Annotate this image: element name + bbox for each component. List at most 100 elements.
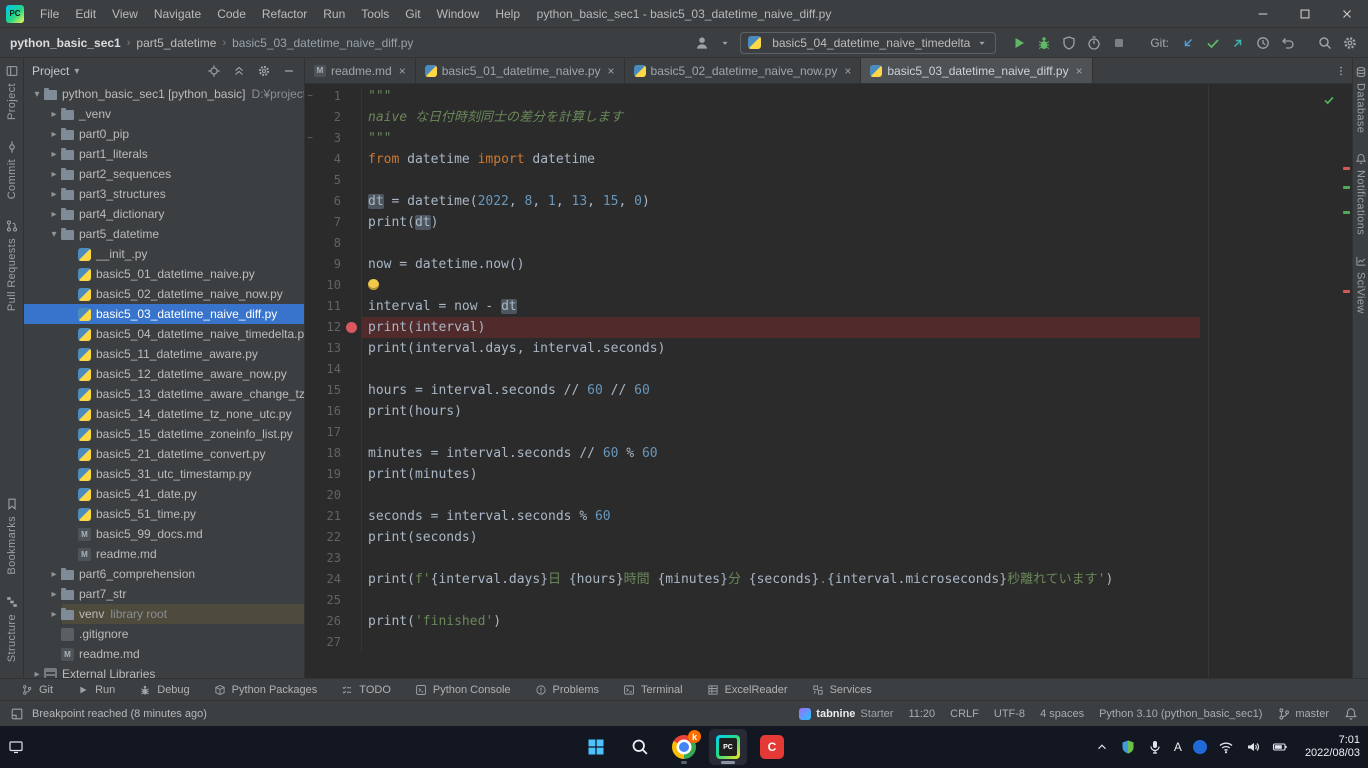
- line-number[interactable]: 3: [315, 128, 341, 149]
- code-line-text[interactable]: print(interval): [361, 317, 1352, 338]
- close-button[interactable]: [1326, 0, 1368, 28]
- breadcrumb-item[interactable]: part5_datetime: [136, 36, 216, 50]
- line-number[interactable]: 12: [315, 317, 341, 338]
- menu-navigate[interactable]: Navigate: [146, 3, 209, 25]
- toolwindow-debug[interactable]: Debug: [128, 684, 200, 696]
- taskbar-corner-icon[interactable]: [8, 739, 24, 755]
- chevron-down-icon[interactable]: ▾: [74, 66, 79, 77]
- git-branch-widget[interactable]: master: [1277, 707, 1329, 721]
- hidden-icons-chevron[interactable]: [1095, 740, 1109, 754]
- user-account-icon[interactable]: [694, 35, 710, 51]
- line-number[interactable]: 21: [315, 506, 341, 527]
- tree-item[interactable]: ▾part5_datetime: [24, 224, 304, 244]
- code-line-text[interactable]: from datetime import datetime: [361, 149, 1352, 170]
- inspections-ok-icon[interactable]: [1322, 93, 1336, 107]
- tree-item[interactable]: __init_.py: [24, 244, 304, 264]
- code-line[interactable]: −3 """: [305, 128, 1352, 149]
- code-line[interactable]: 16print(hours): [305, 401, 1352, 422]
- notifications-icon[interactable]: [1344, 707, 1358, 721]
- tree-item[interactable]: basic5_41_date.py: [24, 484, 304, 504]
- rollback-button[interactable]: [1280, 35, 1296, 51]
- tree-item[interactable]: basic5_12_datetime_aware_now.py: [24, 364, 304, 384]
- chevron-right-icon[interactable]: ▸: [47, 589, 61, 600]
- code-line-text[interactable]: [361, 632, 1352, 653]
- close-tab-icon[interactable]: ×: [844, 64, 851, 78]
- tool-stripe-database[interactable]: Database: [1355, 66, 1367, 133]
- code-line-text[interactable]: dt = datetime(2022, 8, 1, 13, 15, 0): [361, 191, 1352, 212]
- line-number[interactable]: 18: [315, 443, 341, 464]
- code-line-text[interactable]: print(hours): [361, 401, 1352, 422]
- taskbar-chrome-button[interactable]: k: [665, 729, 703, 765]
- code-line-text[interactable]: interval = now - dt: [361, 296, 1352, 317]
- line-number[interactable]: 4: [315, 149, 341, 170]
- breakpoint-dot-icon[interactable]: [346, 322, 357, 333]
- fold-icon[interactable]: −: [305, 128, 315, 149]
- line-number[interactable]: 8: [315, 233, 341, 254]
- debug-button[interactable]: [1036, 35, 1052, 51]
- line-number[interactable]: 1: [315, 86, 341, 107]
- status-11-20[interactable]: 11:20: [908, 708, 935, 720]
- toolwindow-python-console[interactable]: Python Console: [404, 684, 522, 696]
- line-number[interactable]: 10: [315, 275, 341, 296]
- code-line[interactable]: 13 print(interval.days, interval.seconds): [305, 338, 1352, 359]
- tree-item[interactable]: ▸part4_dictionary: [24, 204, 304, 224]
- code-line[interactable]: 20: [305, 485, 1352, 506]
- code-line[interactable]: 17: [305, 422, 1352, 443]
- minimize-button[interactable]: [1242, 0, 1284, 28]
- line-number[interactable]: 19: [315, 464, 341, 485]
- tree-item[interactable]: basic5_51_time.py: [24, 504, 304, 524]
- toolwindow-switcher-icon[interactable]: [10, 707, 24, 721]
- menu-view[interactable]: View: [104, 3, 146, 25]
- run-config-selector[interactable]: basic5_04_datetime_naive_timedelta: [740, 32, 996, 54]
- run-with-coverage-button[interactable]: [1061, 35, 1077, 51]
- tree-item[interactable]: basic5_13_datetime_aware_change_tz.py: [24, 384, 304, 404]
- code-line-text[interactable]: print('finished'): [361, 611, 1352, 632]
- chevron-right-icon[interactable]: ▸: [47, 109, 61, 120]
- tree-item[interactable]: ▸part3_structures: [24, 184, 304, 204]
- toolwindow-git[interactable]: Git: [10, 684, 64, 696]
- code-line[interactable]: 10: [305, 275, 1352, 296]
- hide-panel-button[interactable]: [282, 64, 296, 78]
- line-number[interactable]: 22: [315, 527, 341, 548]
- tree-item[interactable]: ▸External Libraries: [24, 664, 304, 678]
- taskbar-red-app-button[interactable]: C: [753, 729, 791, 765]
- code-line-text[interactable]: print(dt): [361, 212, 1352, 233]
- code-line[interactable]: 12 print(interval): [305, 317, 1352, 338]
- tree-item[interactable]: ▸_venv: [24, 104, 304, 124]
- chevron-right-icon[interactable]: ▸: [47, 149, 61, 160]
- code-line-text[interactable]: [361, 233, 1352, 254]
- tool-stripe-project[interactable]: Project: [5, 64, 19, 120]
- code-line[interactable]: 15hours = interval.seconds // 60 // 60: [305, 380, 1352, 401]
- code-line[interactable]: 2naive な日付時刻同士の差分を計算します: [305, 107, 1352, 128]
- toolwindow-run[interactable]: Run: [66, 684, 126, 696]
- chevron-right-icon[interactable]: ▸: [47, 189, 61, 200]
- code-line-text[interactable]: print(interval.days, interval.seconds): [361, 338, 1352, 359]
- tree-item[interactable]: basic5_11_datetime_aware.py: [24, 344, 304, 364]
- menu-file[interactable]: File: [32, 3, 67, 25]
- line-number[interactable]: 13: [315, 338, 341, 359]
- code-line-text[interactable]: [361, 548, 1352, 569]
- editor-tab[interactable]: readme.md×: [305, 58, 416, 83]
- tree-item[interactable]: ▸part7_str: [24, 584, 304, 604]
- microphone-icon[interactable]: [1147, 739, 1163, 755]
- tree-item[interactable]: readme.md: [24, 644, 304, 664]
- tool-stripe-pull-requests[interactable]: Pull Requests: [5, 219, 19, 311]
- security-shield-icon[interactable]: [1120, 739, 1136, 755]
- code-line-text[interactable]: """: [361, 128, 1352, 149]
- line-number[interactable]: 15: [315, 380, 341, 401]
- line-number[interactable]: 20: [315, 485, 341, 506]
- chevron-down-icon[interactable]: ▾: [47, 229, 61, 240]
- tree-item[interactable]: ▾python_basic_sec1 [python_basic]D:¥proj…: [24, 84, 304, 104]
- code-line[interactable]: 8: [305, 233, 1352, 254]
- code-line-text[interactable]: [361, 590, 1352, 611]
- line-number[interactable]: 11: [315, 296, 341, 317]
- ime-mode-icon[interactable]: [1193, 740, 1207, 754]
- stop-button[interactable]: [1111, 35, 1127, 51]
- tree-item[interactable]: readme.md: [24, 544, 304, 564]
- menu-help[interactable]: Help: [487, 3, 528, 25]
- code-line[interactable]: 24print(f'{interval.days}日 {hours}時間 {mi…: [305, 569, 1352, 590]
- breadcrumb-item[interactable]: basic5_03_datetime_naive_diff.py: [232, 36, 413, 50]
- close-tab-icon[interactable]: ×: [399, 64, 406, 78]
- tool-stripe-sciview[interactable]: SciView: [1355, 255, 1367, 314]
- start-button[interactable]: [577, 729, 615, 765]
